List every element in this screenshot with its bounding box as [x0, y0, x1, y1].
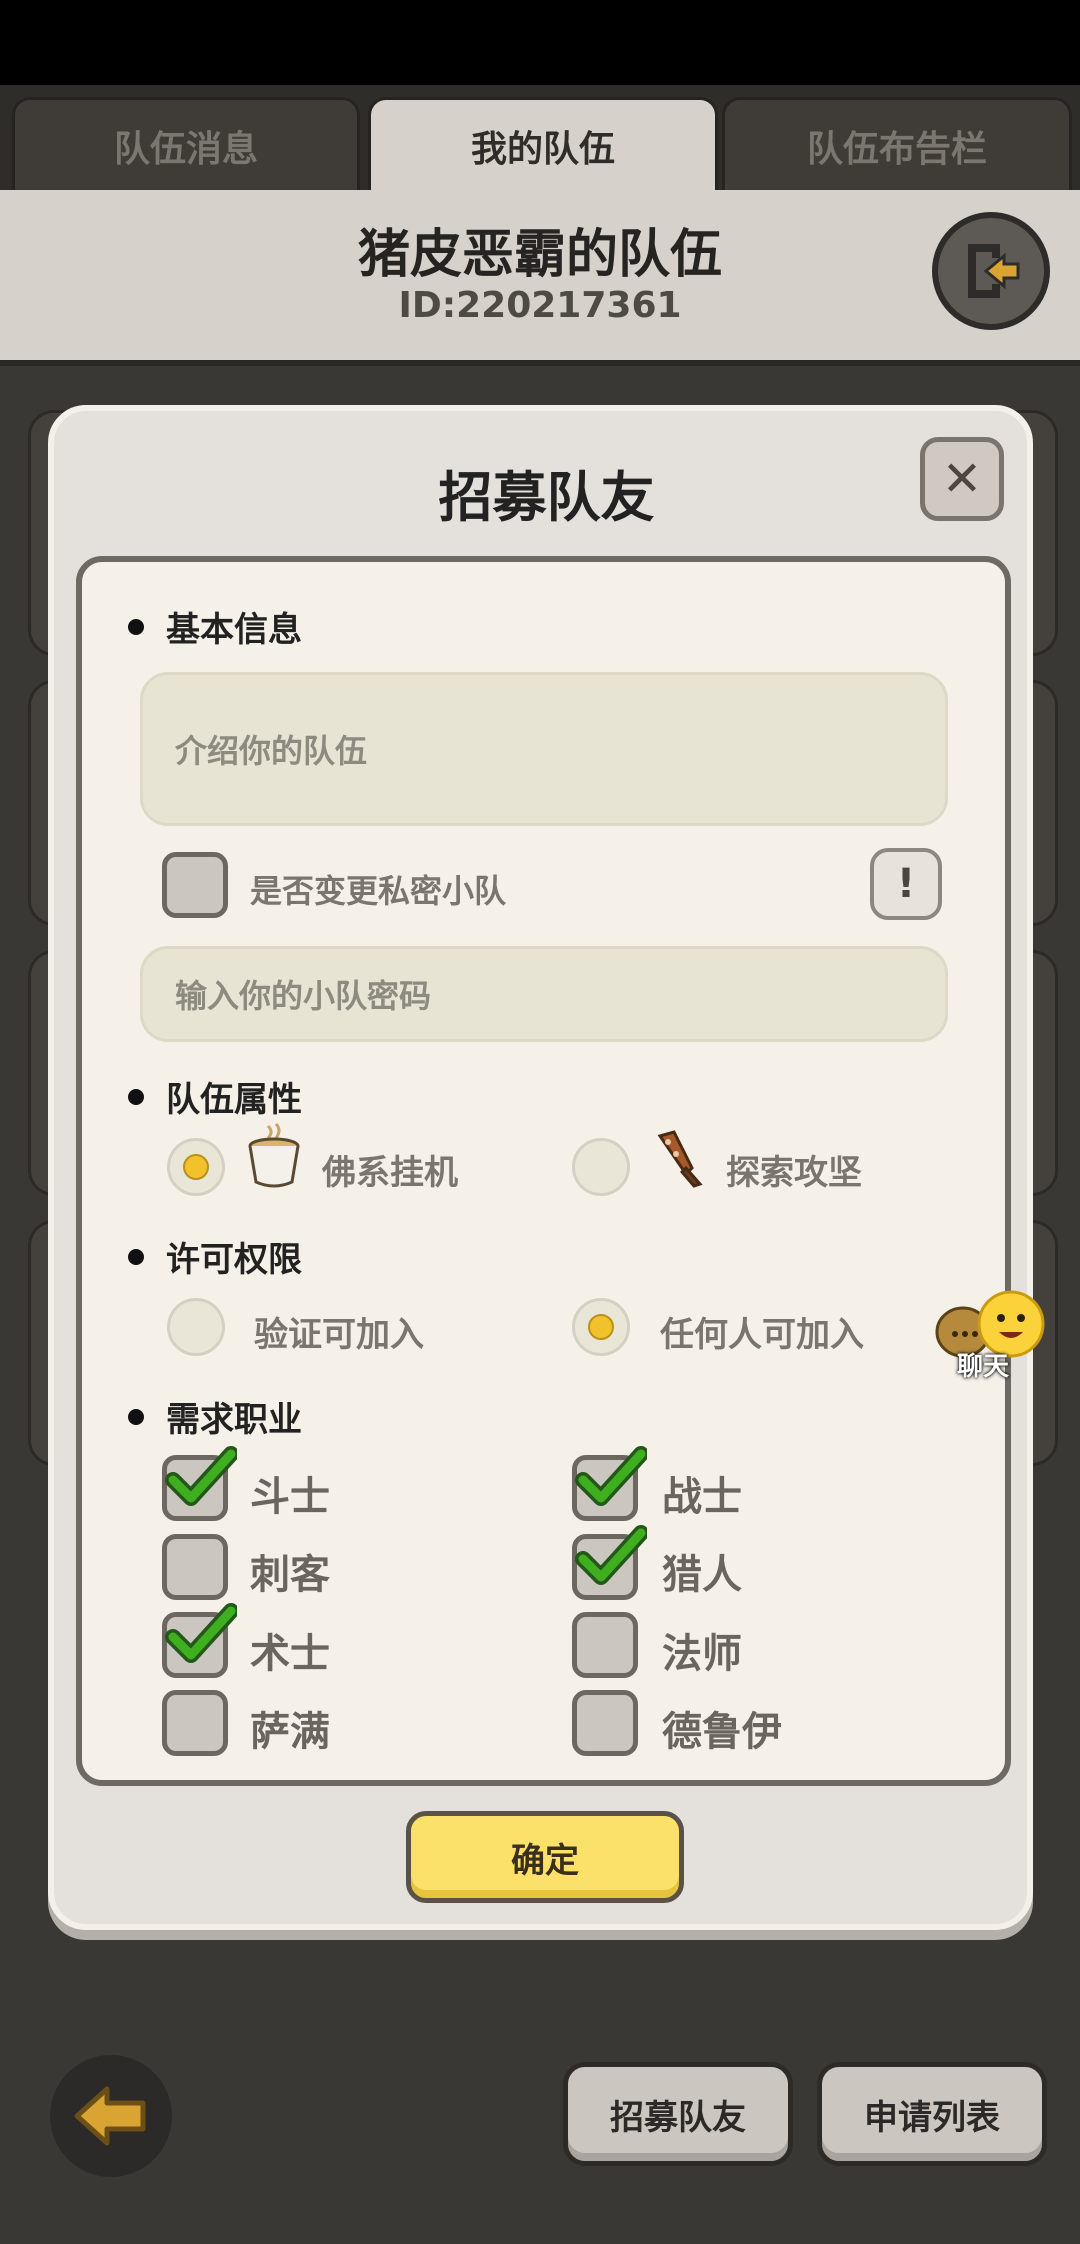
job-checkbox-shaman[interactable] — [162, 1690, 228, 1756]
radio-dot — [183, 1154, 209, 1180]
bullet-icon — [128, 618, 144, 635]
radio-verify-join[interactable] — [167, 1298, 225, 1356]
recruit-teammates-button[interactable]: 招募队友 — [563, 2062, 793, 2166]
recruit-dialog: 招募队友 ✕ 基本信息 介绍你的队伍 是否变更私密小队 ! 输入你的小队密码 队… — [48, 405, 1033, 1930]
chat-button[interactable]: 聊天 — [935, 1290, 1055, 1390]
confirm-button[interactable]: 确定 — [406, 1811, 684, 1903]
job-label-assassin: 刺客 — [250, 1552, 330, 1598]
info-button[interactable]: ! — [870, 848, 942, 920]
job-checkbox-warlock[interactable] — [162, 1603, 237, 1678]
check-icon — [575, 1446, 647, 1506]
radio-dot — [588, 1314, 614, 1340]
team-header: 猪皮恶霸的队伍 ID:220217361 — [0, 190, 1080, 366]
job-label-mage: 法师 — [662, 1631, 742, 1677]
radio-idle-label: 佛系挂机 — [322, 1153, 458, 1193]
exit-door-icon — [968, 244, 1020, 298]
application-list-button[interactable]: 申请列表 — [817, 2062, 1047, 2166]
close-icon: ✕ — [941, 451, 983, 507]
tea-cup-icon — [248, 1122, 300, 1188]
team-id: ID:220217361 — [398, 285, 682, 326]
form-panel: 基本信息 介绍你的队伍 是否变更私密小队 ! 输入你的小队密码 队伍属性 佛系挂… — [76, 556, 1011, 1786]
tab-team-bulletin[interactable]: 队伍布告栏 — [722, 97, 1072, 192]
bullet-icon — [128, 1408, 144, 1425]
close-button[interactable]: ✕ — [920, 437, 1004, 521]
leave-team-button[interactable] — [932, 212, 1050, 330]
job-label-hunter: 猎人 — [662, 1552, 742, 1598]
check-icon — [575, 1525, 647, 1585]
check-icon — [165, 1446, 237, 1506]
radio-explore-label: 探索攻坚 — [726, 1153, 862, 1193]
dialog-title: 招募队友 — [438, 466, 655, 529]
status-bar — [0, 0, 1080, 85]
radio-anyone-join[interactable] — [572, 1298, 630, 1356]
team-name: 猪皮恶霸的队伍 — [357, 225, 722, 285]
radio-idle[interactable] — [167, 1138, 225, 1196]
exclamation-icon: ! — [896, 861, 916, 907]
job-checkbox-hunter[interactable] — [572, 1525, 647, 1600]
section-team-attributes: 队伍属性 — [128, 1072, 302, 1121]
tab-team-messages[interactable]: 队伍消息 — [12, 97, 360, 192]
back-button[interactable] — [50, 2055, 172, 2177]
bullet-icon — [128, 1088, 144, 1105]
job-checkbox-assassin[interactable] — [162, 1534, 228, 1600]
radio-anyone-join-label: 任何人可加入 — [660, 1315, 864, 1355]
section-permission: 许可权限 — [128, 1232, 302, 1281]
radio-verify-join-label: 验证可加入 — [254, 1315, 424, 1355]
job-checkbox-fighter[interactable] — [162, 1446, 237, 1521]
job-checkbox-mage[interactable] — [572, 1612, 638, 1678]
section-required-jobs: 需求职业 — [128, 1392, 302, 1441]
job-label-warlock: 术士 — [250, 1631, 330, 1677]
tab-bar: 队伍消息 我的队伍 队伍布告栏 — [0, 85, 1080, 192]
tab-my-team[interactable]: 我的队伍 — [368, 97, 718, 192]
job-checkbox-druid[interactable] — [572, 1690, 638, 1756]
team-password-input[interactable]: 输入你的小队密码 — [140, 946, 948, 1042]
bullet-icon — [128, 1248, 144, 1265]
job-checkbox-warrior[interactable] — [572, 1446, 647, 1521]
job-label-shaman: 萨满 — [250, 1709, 330, 1755]
job-label-warrior: 战士 — [662, 1474, 742, 1520]
back-arrow-icon — [74, 2086, 146, 2146]
chat-label: 聊天 — [957, 1352, 1010, 1382]
job-label-druid: 德鲁伊 — [662, 1709, 782, 1755]
check-icon — [165, 1603, 237, 1663]
radio-explore[interactable] — [572, 1138, 630, 1196]
job-label-fighter: 斗士 — [250, 1474, 330, 1520]
private-team-checkbox[interactable] — [162, 852, 228, 918]
private-team-label: 是否变更私密小队 — [250, 872, 507, 910]
club-icon — [657, 1130, 703, 1188]
section-basic-info: 基本信息 — [128, 602, 302, 651]
team-intro-input[interactable]: 介绍你的队伍 — [140, 672, 948, 826]
